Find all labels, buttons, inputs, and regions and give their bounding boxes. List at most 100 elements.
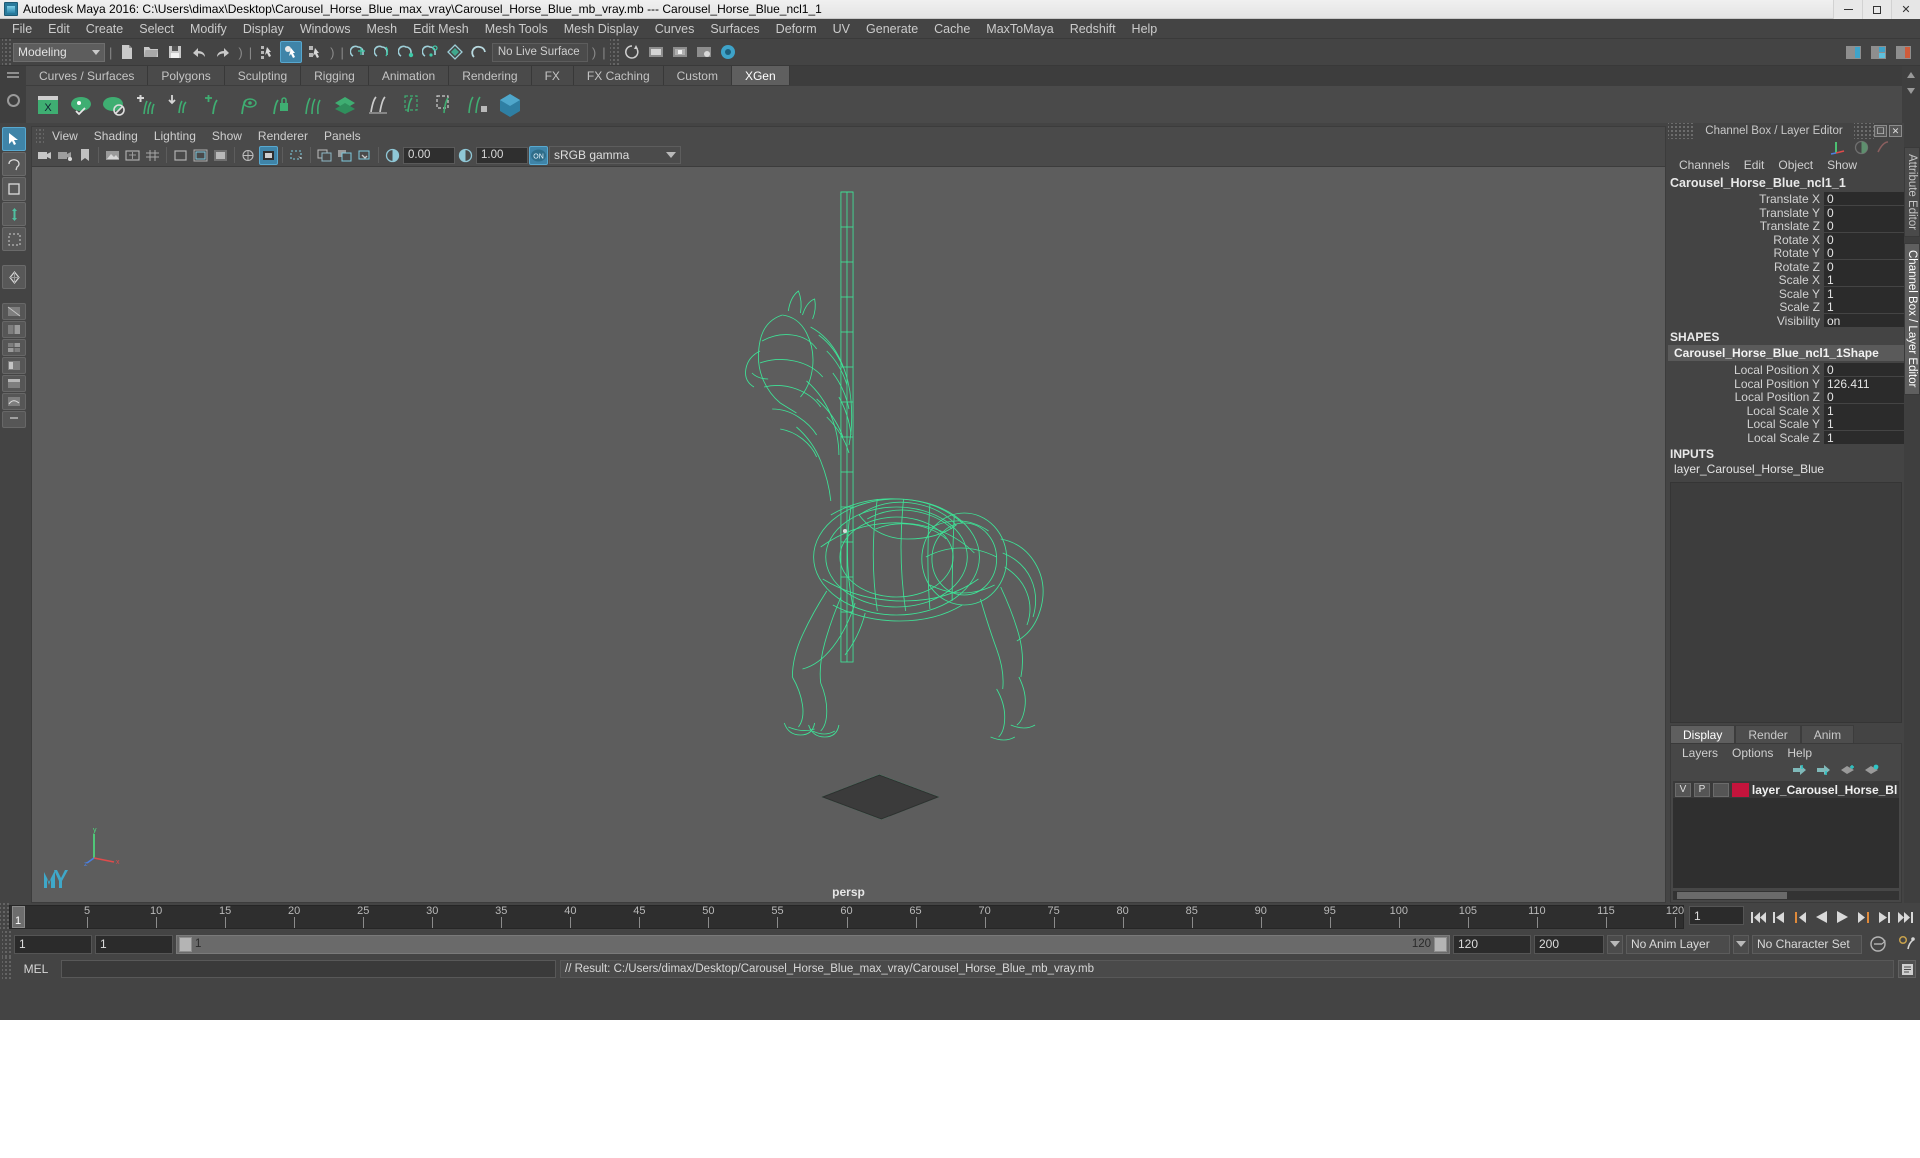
command-input-field[interactable] xyxy=(61,960,556,978)
menu-select[interactable]: Select xyxy=(131,20,182,38)
range-slider-grip[interactable] xyxy=(2,931,11,957)
xgen-mask-icon[interactable] xyxy=(461,89,492,120)
shelf-icon-row[interactable]: X xyxy=(26,85,1902,123)
layer-tab-display[interactable]: Display xyxy=(1670,725,1736,743)
open-scene-icon[interactable] xyxy=(140,41,162,63)
status-line-toolbar[interactable]: Modeling | ) | ) | No Live Surface) | xyxy=(0,39,1920,66)
undock-panel-button[interactable]: ☐ xyxy=(1874,125,1887,137)
channel-value[interactable]: 0 xyxy=(1824,192,1904,206)
channel-value[interactable]: 1 xyxy=(1824,273,1904,287)
channel-value[interactable]: 0 xyxy=(1824,259,1904,274)
menu-edit-mesh[interactable]: Edit Mesh xyxy=(405,20,477,38)
channel-value[interactable]: 0 xyxy=(1824,390,1904,404)
scale-tool[interactable] xyxy=(2,265,26,289)
channel-box-menu-bar[interactable]: Channels Edit Object Show xyxy=(1668,156,1904,174)
layer-name[interactable]: layer_Carousel_Horse_Bl xyxy=(1752,783,1897,797)
status-line-grip[interactable] xyxy=(2,39,11,65)
redo-icon[interactable] xyxy=(212,41,234,63)
range-slider[interactable]: 1 120 xyxy=(176,934,1450,954)
menu-display[interactable]: Display xyxy=(235,20,292,38)
lighting-mode-icon[interactable] xyxy=(335,146,354,165)
shelf-menu-icon[interactable] xyxy=(7,70,19,80)
shelf-scroll-arrows[interactable] xyxy=(1902,66,1920,123)
smooth-shade-all-icon[interactable] xyxy=(259,145,278,165)
render-settings-icon[interactable] xyxy=(693,41,715,63)
construction-history-icon[interactable] xyxy=(621,41,643,63)
close-panel-button[interactable]: ✕ xyxy=(1889,125,1902,137)
render-current-frame-icon[interactable] xyxy=(645,41,667,63)
quick-layout-more-button[interactable] xyxy=(2,411,26,428)
xgen-collection-icon[interactable] xyxy=(329,89,360,120)
maximize-button[interactable] xyxy=(1862,0,1891,19)
window-controls[interactable]: ✕ xyxy=(1833,0,1920,19)
xgen-groom-icon[interactable] xyxy=(296,89,327,120)
shelf-tab-xgen[interactable]: XGen xyxy=(731,66,790,85)
xgen-sculpt-region-icon[interactable] xyxy=(395,89,426,120)
viewport-menu-view[interactable]: View xyxy=(44,128,86,144)
layer-list-horizontal-scrollbar[interactable] xyxy=(1673,891,1899,900)
shelf-tab-rigging[interactable]: Rigging xyxy=(301,66,369,85)
xgen-disable-icon[interactable] xyxy=(98,89,129,120)
shaded-with-wireframe-icon[interactable] xyxy=(287,146,306,165)
viewport-toolbar[interactable]: 0.00 1.00 ON sRGB gamma xyxy=(31,144,1666,166)
xgen-lock-icon[interactable] xyxy=(263,89,294,120)
layer-visibility-toggle[interactable]: V xyxy=(1675,782,1691,797)
quick-layout-four-panes-button[interactable] xyxy=(2,339,26,356)
time-slider-grip[interactable] xyxy=(0,903,9,931)
move-layer-up-icon[interactable] xyxy=(1792,764,1807,776)
layer-editor-toolbar[interactable] xyxy=(1671,761,1901,779)
current-time-field[interactable]: 1 xyxy=(1689,906,1744,925)
color-management-toggle[interactable]: ON xyxy=(529,145,548,165)
channel-value[interactable]: 0 xyxy=(1824,232,1904,247)
menu-redshift[interactable]: Redshift xyxy=(1062,20,1124,38)
menu-file[interactable]: File xyxy=(4,20,40,38)
menu-surfaces[interactable]: Surfaces xyxy=(702,20,767,38)
xgen-guide-icon[interactable] xyxy=(362,89,393,120)
layer-display-type-toggle[interactable] xyxy=(1712,782,1729,797)
shelf-tab-bar[interactable]: Curves / Surfaces Polygons Sculpting Rig… xyxy=(26,66,1902,85)
lasso-tool[interactable] xyxy=(2,152,26,176)
grid-toggle-icon[interactable] xyxy=(143,146,162,165)
layer-playback-toggle[interactable]: P xyxy=(1693,782,1710,797)
paint-selection-tool[interactable] xyxy=(2,177,26,201)
step-back-frame-button[interactable] xyxy=(1790,906,1811,928)
channel-box-menu-show[interactable]: Show xyxy=(1820,158,1864,172)
shadows-icon[interactable] xyxy=(355,146,374,165)
menu-modify[interactable]: Modify xyxy=(182,20,235,38)
xgen-window-icon[interactable]: X xyxy=(32,89,63,120)
hypershade-icon[interactable] xyxy=(717,41,739,63)
layer-menu-options[interactable]: Options xyxy=(1725,746,1780,760)
shelf-scroll-down-icon[interactable] xyxy=(1907,88,1915,94)
panel-grip[interactable] xyxy=(1668,123,1694,139)
select-by-object-type-icon[interactable] xyxy=(280,41,303,63)
time-slider-track[interactable]: 1 5 10 15 20 25 30 35 40 45 50 55 60 65 70 75 80 85 90 95 1… xyxy=(9,905,1684,929)
save-scene-icon[interactable] xyxy=(164,41,186,63)
layer-editor-menu-bar[interactable]: Layers Options Help xyxy=(1671,744,1901,761)
wireframe-shading-icon[interactable] xyxy=(239,146,258,165)
xgen-enable-icon[interactable] xyxy=(65,89,96,120)
attribute-editor-toggle-icon[interactable] xyxy=(1875,140,1890,155)
channel-value[interactable]: 1 xyxy=(1824,403,1904,418)
range-slider-bar[interactable]: 1 1 1 120 120 200 No Anim Layer No Chara… xyxy=(0,931,1920,957)
viewport-menu-renderer[interactable]: Renderer xyxy=(250,128,316,144)
menu-mesh-tools[interactable]: Mesh Tools xyxy=(477,20,556,38)
undo-icon[interactable] xyxy=(188,41,210,63)
menu-deform[interactable]: Deform xyxy=(768,20,825,38)
playback-end-time-field[interactable]: 120 xyxy=(1453,934,1531,954)
viewport-menu-lighting[interactable]: Lighting xyxy=(146,128,204,144)
bookmark-icon[interactable] xyxy=(75,146,94,165)
channel-value[interactable]: 0 xyxy=(1824,219,1904,233)
play-forwards-button[interactable] xyxy=(1832,906,1853,928)
gamma-icon[interactable] xyxy=(456,146,475,165)
exposure-icon[interactable] xyxy=(383,146,402,165)
xgen-preview-icon[interactable] xyxy=(197,89,228,120)
viewport-menu-shading[interactable]: Shading xyxy=(86,128,146,144)
snap-to-point-icon[interactable] xyxy=(396,41,418,63)
menu-windows[interactable]: Windows xyxy=(292,20,359,38)
menu-generate[interactable]: Generate xyxy=(858,20,926,38)
layer-color-swatch[interactable] xyxy=(1731,782,1749,797)
play-backwards-button[interactable] xyxy=(1811,906,1832,928)
axis-gizmo-icon[interactable] xyxy=(1830,140,1848,155)
channel-value[interactable]: 0 xyxy=(1824,205,1904,220)
viewport-menu-panels[interactable]: Panels xyxy=(316,128,369,144)
